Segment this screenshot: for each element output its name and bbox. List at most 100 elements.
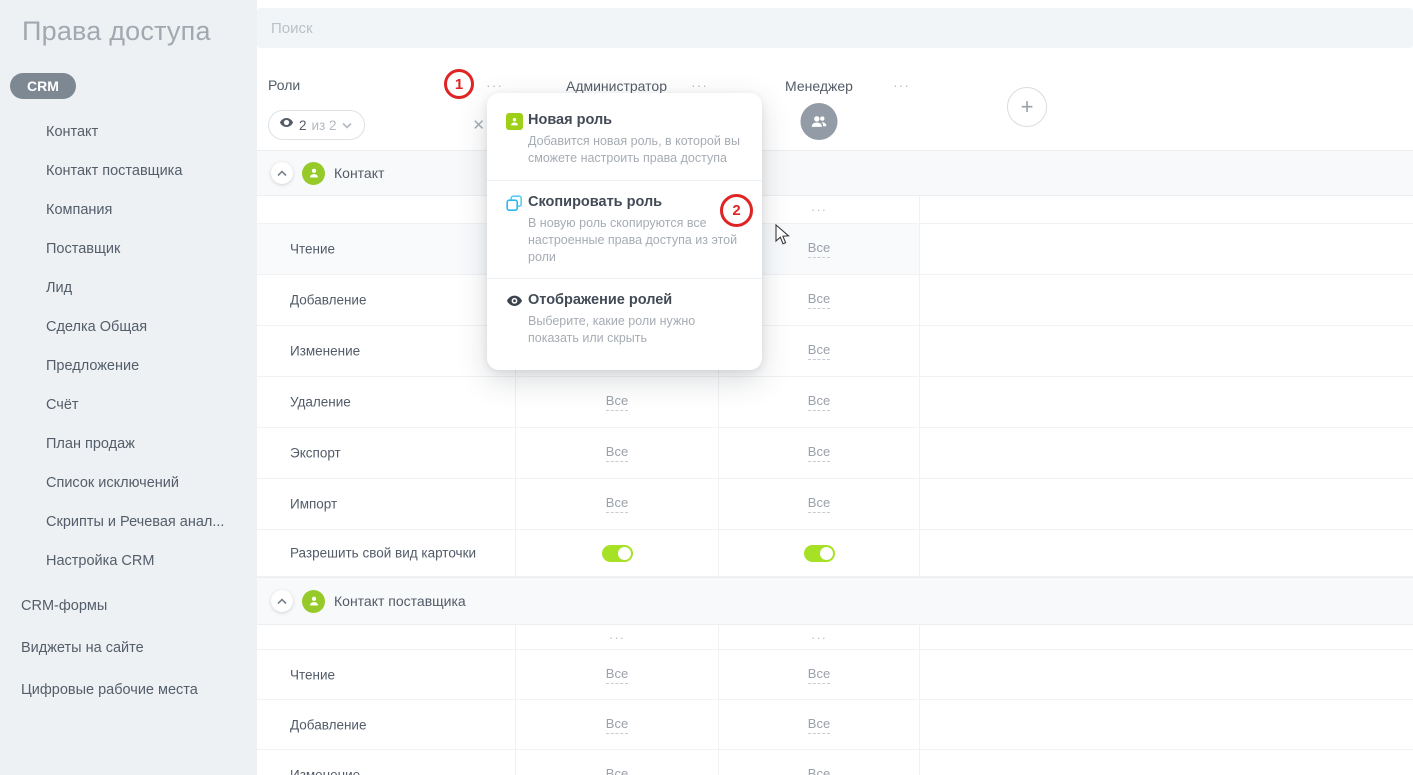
manager-toggle-on[interactable] <box>804 545 835 562</box>
permission-label: Импорт <box>290 497 337 512</box>
sidebar: Права доступа CRM Контакт Контакт постав… <box>0 0 257 775</box>
menu-item-copy-role[interactable]: Скопировать роль В новую роль скопируютс… <box>487 180 762 279</box>
close-icon[interactable]: ✕ <box>472 116 485 134</box>
roles-more-icon[interactable]: ··· <box>486 77 503 93</box>
crm-section-badge[interactable]: CRM <box>10 73 76 99</box>
main-content: Роли ··· 2 из 2 ✕ Администратор ··· <box>257 0 1413 775</box>
manager-permission-value[interactable]: Все <box>808 393 830 411</box>
manager-permission-value[interactable]: Все <box>808 666 830 684</box>
copy-role-icon <box>506 195 523 212</box>
sidebar-item-contact[interactable]: Контакт <box>0 113 257 152</box>
person-icon <box>302 590 325 613</box>
plus-icon: + <box>1021 94 1034 120</box>
role-actions-row: ··· ··· <box>257 196 1413 224</box>
menu-item-title: Новая роль <box>528 112 740 128</box>
admin-toggle-on[interactable] <box>602 545 633 562</box>
admin-permission-value[interactable]: Все <box>606 393 628 411</box>
chevron-down-icon <box>342 116 352 134</box>
roles-column-title: Роли <box>268 77 300 93</box>
table-row: Изменение Все Все <box>257 326 1413 377</box>
table-row: Изменение Все Все <box>257 750 1413 775</box>
table-row: Добавление Все Все <box>257 275 1413 326</box>
roles-filter-chip[interactable]: 2 из 2 <box>268 110 365 140</box>
sidebar-item-quote[interactable]: Предложение <box>0 347 257 386</box>
annotation-step-1: 1 <box>444 69 474 99</box>
eye-icon <box>506 293 523 310</box>
menu-item-desc: Выберите, какие роли нужно показать или … <box>528 313 740 347</box>
role-actions-row: ··· ··· <box>257 625 1413 650</box>
permission-label: Экспорт <box>290 446 341 461</box>
sidebar-item-supplier[interactable]: Поставщик <box>0 230 257 269</box>
permission-label: Изменение <box>290 767 360 775</box>
sidebar-item-deal[interactable]: Сделка Общая <box>0 308 257 347</box>
sidebar-item-sales-plan[interactable]: План продаж <box>0 425 257 464</box>
admin-permission-value[interactable]: Все <box>606 766 628 775</box>
sidebar-crm-nav: Контакт Контакт поставщика Компания Пост… <box>0 113 257 581</box>
admin-permission-value[interactable]: Все <box>606 716 628 734</box>
sidebar-item-crm-settings[interactable]: Настройка CRM <box>0 542 257 581</box>
manager-permission-value[interactable]: Все <box>808 766 830 775</box>
admin-cell-more-icon[interactable]: ··· <box>609 630 625 645</box>
sidebar-item-lead[interactable]: Лид <box>0 269 257 308</box>
sidebar-item-company[interactable]: Компания <box>0 191 257 230</box>
permission-label: Чтение <box>290 667 335 682</box>
table-header-row: Роли ··· 2 из 2 ✕ Администратор ··· <box>257 63 1413 150</box>
manager-permission-value[interactable]: Все <box>808 444 830 462</box>
new-role-icon <box>506 113 523 130</box>
manager-permission-value[interactable]: Все <box>808 342 830 360</box>
manager-more-icon[interactable]: ··· <box>893 77 910 93</box>
search-input[interactable] <box>257 8 1413 48</box>
manager-avatar[interactable] <box>801 103 838 140</box>
admin-column-title: Администратор <box>515 78 718 94</box>
roles-context-menu: Новая роль Добавится новая роль, в котор… <box>487 93 762 370</box>
manager-cell-more-icon[interactable]: ··· <box>811 202 827 217</box>
section-header-supplier-contact[interactable]: Контакт поставщика <box>257 577 1413 625</box>
section-title: Контакт поставщика <box>334 593 466 609</box>
section-header-contact[interactable]: Контакт <box>257 150 1413 196</box>
manager-permission-value[interactable]: Все <box>808 240 830 258</box>
table-row: Импорт Все Все <box>257 479 1413 530</box>
table-row: Разрешить свой вид карточки <box>257 530 1413 577</box>
chevron-up-icon[interactable] <box>271 590 293 612</box>
permission-label: Разрешить свой вид карточки <box>290 546 476 561</box>
permission-label: Добавление <box>290 293 367 308</box>
table-row: Добавление Все Все <box>257 700 1413 750</box>
section-title: Контакт <box>334 165 384 181</box>
permission-label: Чтение <box>290 242 335 257</box>
mouse-cursor <box>775 224 791 251</box>
admin-permission-value[interactable]: Все <box>606 444 628 462</box>
sidebar-item-scripts[interactable]: Скрипты и Речевая анал... <box>0 503 257 542</box>
sidebar-item-invoice[interactable]: Счёт <box>0 386 257 425</box>
admin-more-icon[interactable]: ··· <box>691 77 708 93</box>
table-row: Чтение Все Все <box>257 650 1413 700</box>
sidebar-item-site-widgets[interactable]: Виджеты на сайте <box>0 627 257 669</box>
access-rights-table: Роли ··· 2 из 2 ✕ Администратор ··· <box>257 63 1413 775</box>
add-role-button[interactable]: + <box>1007 87 1047 127</box>
manager-cell-more-icon[interactable]: ··· <box>811 630 827 645</box>
manager-permission-value[interactable]: Все <box>808 495 830 513</box>
page-title: Права доступа <box>0 0 257 47</box>
filter-count: 2 <box>299 118 307 133</box>
annotation-step-2: 2 <box>720 194 753 227</box>
table-row: Экспорт Все Все <box>257 428 1413 479</box>
admin-permission-value[interactable]: Все <box>606 666 628 684</box>
permission-label: Удаление <box>290 395 351 410</box>
menu-item-title: Скопировать роль <box>528 194 740 210</box>
person-icon <box>302 162 325 185</box>
manager-column-title: Менеджер <box>718 78 920 94</box>
manager-permission-value[interactable]: Все <box>808 716 830 734</box>
sidebar-item-supplier-contact[interactable]: Контакт поставщика <box>0 152 257 191</box>
chevron-up-icon[interactable] <box>271 162 293 184</box>
sidebar-item-digital-workplaces[interactable]: Цифровые рабочие места <box>0 669 257 711</box>
eye-icon <box>279 115 294 135</box>
sidebar-root-nav: CRM-формы Виджеты на сайте Цифровые рабо… <box>0 585 257 711</box>
menu-item-new-role[interactable]: Новая роль Добавится новая роль, в котор… <box>487 99 762 180</box>
admin-permission-value[interactable]: Все <box>606 495 628 513</box>
menu-item-desc: Добавится новая роль, в которой вы сможе… <box>528 133 740 167</box>
menu-item-show-roles[interactable]: Отображение ролей Выберите, какие роли н… <box>487 278 762 360</box>
manager-permission-value[interactable]: Все <box>808 291 830 309</box>
sidebar-item-exclusion-list[interactable]: Список исключений <box>0 464 257 503</box>
menu-item-desc: В новую роль скопируются все настроенные… <box>528 215 740 266</box>
sidebar-item-crm-forms[interactable]: CRM-формы <box>0 585 257 627</box>
filter-suffix: из 2 <box>312 118 337 133</box>
